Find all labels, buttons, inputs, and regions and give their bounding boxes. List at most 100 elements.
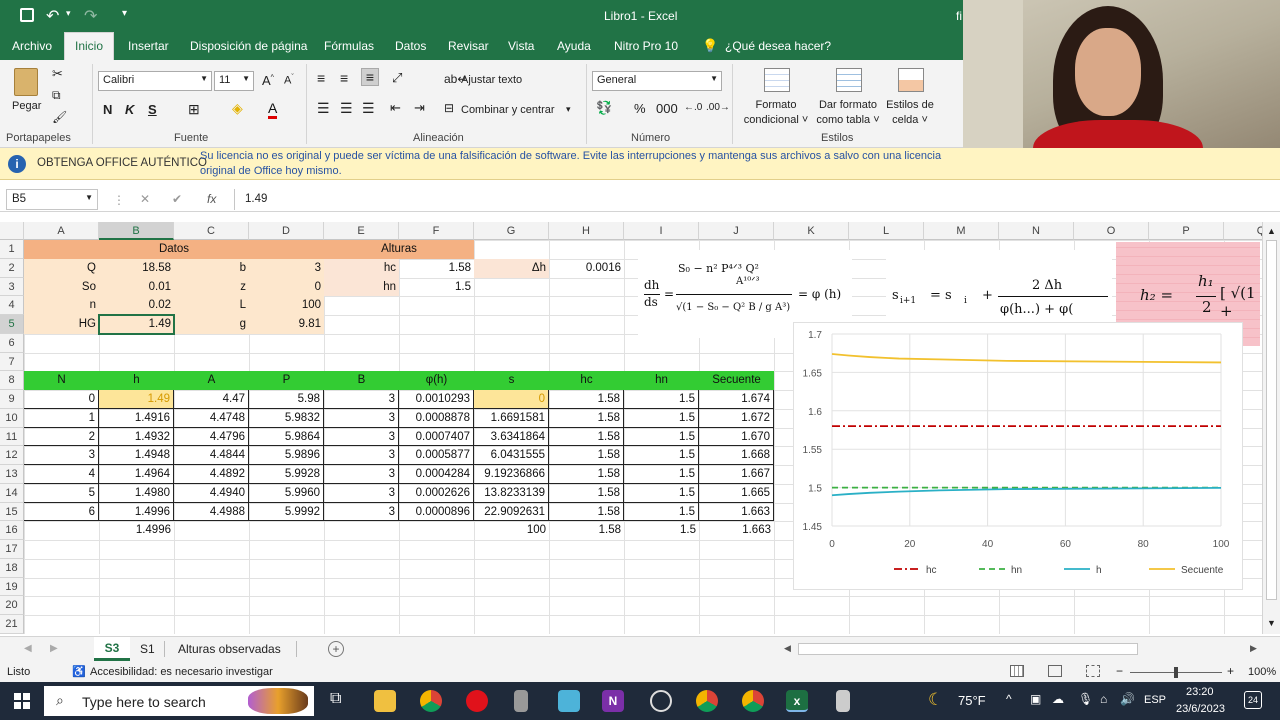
table-cell[interactable]: 0.0004284 xyxy=(399,465,474,484)
notification-icon[interactable]: 24 xyxy=(1244,691,1262,709)
chrome-icon[interactable] xyxy=(420,690,442,712)
zoom-in-icon[interactable]: + xyxy=(1227,664,1234,678)
row-header-10[interactable]: 10 xyxy=(0,408,24,428)
font-name-combo[interactable]: Calibri ▼ xyxy=(98,71,212,91)
footer-hn[interactable]: 1.5 xyxy=(624,521,699,540)
select-all-corner[interactable] xyxy=(0,222,24,240)
datos-label[interactable]: Q xyxy=(24,258,99,278)
column-header-l[interactable]: L xyxy=(849,222,924,240)
column-header-q[interactable]: Q xyxy=(1224,222,1262,240)
table-cell[interactable]: 1.58 xyxy=(549,390,624,409)
row-header-1[interactable]: 1 xyxy=(0,240,24,259)
orientation-icon[interactable]: ⤢ xyxy=(392,70,402,86)
zoom-out-icon[interactable]: − xyxy=(1116,664,1123,678)
enter-icon[interactable]: ✔ xyxy=(172,192,182,206)
table-cell[interactable]: 5.9896 xyxy=(249,446,324,465)
save-icon[interactable] xyxy=(20,8,34,22)
table-header[interactable]: φ(h) xyxy=(399,371,474,390)
format-as-table-icon[interactable] xyxy=(836,68,862,92)
align-center-icon[interactable]: ☰ xyxy=(340,100,353,117)
tray-network-icon[interactable]: ⌂ xyxy=(1100,692,1107,706)
row-header-2[interactable]: 2 xyxy=(0,258,24,278)
merge-icon[interactable]: ⊟ xyxy=(444,101,454,115)
calculator-icon[interactable] xyxy=(836,690,850,712)
fill-color-icon[interactable]: ◈ xyxy=(232,100,243,117)
row-header-8[interactable]: 8 xyxy=(0,371,24,390)
grow-font-icon[interactable]: A^ xyxy=(262,73,274,88)
table-cell[interactable]: 5.9928 xyxy=(249,465,324,484)
opera-icon[interactable] xyxy=(466,690,488,712)
alturas-header[interactable]: Alturas xyxy=(324,240,474,259)
tab-ayuda[interactable]: Ayuda xyxy=(557,39,591,53)
table-cell[interactable]: 1.4996 xyxy=(99,502,174,522)
column-header-j[interactable]: J xyxy=(699,222,774,240)
conditional-format-button[interactable]: Formato condicional ˅ xyxy=(738,98,814,128)
tab-inicio-label[interactable]: Inicio xyxy=(75,39,103,53)
datos-value-2[interactable]: 3 xyxy=(249,258,324,278)
table-cell[interactable]: 1 xyxy=(24,408,99,428)
account-initial[interactable]: fi xyxy=(956,9,962,23)
table-cell[interactable]: 1.672 xyxy=(699,408,774,428)
number-format-combo[interactable]: General ▼ xyxy=(592,71,722,91)
alturas-value[interactable]: 1.58 xyxy=(399,259,474,278)
wrap-text-button[interactable]: Ajustar texto xyxy=(461,74,522,86)
bold-button[interactable]: N xyxy=(103,102,112,117)
datos-header[interactable]: Datos xyxy=(24,240,324,259)
table-header[interactable]: hn xyxy=(624,371,699,390)
align-left-icon[interactable]: ☰ xyxy=(317,100,330,117)
datos-value-2[interactable]: 0 xyxy=(249,277,324,297)
decrease-decimal-icon[interactable]: .00→ xyxy=(706,102,730,113)
cell-styles-button[interactable]: Estilos de celda ˅ xyxy=(880,98,940,128)
formula-image-s[interactable]: s i+1 = s i + 2 Δh φ(h...) + φ( xyxy=(886,250,1112,322)
table-cell[interactable]: 1.4916 xyxy=(99,408,174,428)
accessibility-status[interactable]: Accesibilidad: es necesario investigar xyxy=(90,666,273,678)
row-header-6[interactable]: 6 xyxy=(0,333,24,353)
insert-function-icon[interactable]: fx xyxy=(207,192,216,206)
row-header-11[interactable]: 11 xyxy=(0,427,24,447)
row-header-3[interactable]: 3 xyxy=(0,277,24,297)
table-cell[interactable]: 1.5 xyxy=(624,465,699,484)
table-cell[interactable]: 1.58 xyxy=(549,446,624,465)
row-header-19[interactable]: 19 xyxy=(0,577,24,597)
datos-value[interactable]: 0.01 xyxy=(99,277,174,297)
undo-icon[interactable]: ↶ xyxy=(46,6,59,26)
taskbar-search-box[interactable]: ⌕ Type here to search xyxy=(44,686,314,716)
clock-app-icon[interactable] xyxy=(650,690,672,712)
table-cell[interactable]: 1.667 xyxy=(699,465,774,484)
table-header[interactable]: h xyxy=(99,371,174,390)
decrease-indent-icon[interactable]: ⇤ xyxy=(390,100,401,116)
tab-revisar[interactable]: Revisar xyxy=(448,39,489,53)
table-cell[interactable]: 5.9992 xyxy=(249,502,324,522)
font-size-combo[interactable]: 11 ▼ xyxy=(214,71,254,91)
table-cell[interactable]: 1.5 xyxy=(624,390,699,409)
clock-date[interactable]: 23/6/2023 xyxy=(1176,703,1225,715)
hscroll-left-icon[interactable]: ◀ xyxy=(784,643,791,654)
table-cell[interactable]: 1.58 xyxy=(549,502,624,522)
datos-value[interactable]: 18.58 xyxy=(99,258,174,278)
task-view-icon[interactable]: ⧉ xyxy=(330,690,341,708)
datos-value-2[interactable]: 9.81 xyxy=(249,315,324,334)
table-cell[interactable]: 0.0010293 xyxy=(399,390,474,409)
alturas-value[interactable]: 1.5 xyxy=(399,278,474,297)
table-cell[interactable]: 9.19236866 xyxy=(474,465,549,484)
chrome-profile-2-icon[interactable] xyxy=(742,690,764,712)
paste-button[interactable]: Pegar xyxy=(12,100,41,112)
footer-secuente[interactable]: 1.663 xyxy=(699,521,774,540)
table-cell[interactable]: 3 xyxy=(324,483,399,503)
shrink-font-icon[interactable]: Aˇ xyxy=(284,74,294,87)
sheet-tab-alturas[interactable]: Alturas observadas xyxy=(178,642,281,656)
column-header-n[interactable]: N xyxy=(999,222,1074,240)
row-header-15[interactable]: 15 xyxy=(0,502,24,522)
prev-sheet-icon[interactable]: ◀ xyxy=(24,643,32,654)
table-cell[interactable]: 5 xyxy=(24,483,99,503)
table-cell[interactable]: 1.5 xyxy=(624,502,699,522)
chevron-down-icon[interactable]: ▾ xyxy=(566,104,571,115)
weather-temp[interactable]: 75°F xyxy=(958,693,986,708)
table-cell[interactable]: 3 xyxy=(324,408,399,428)
percent-button[interactable]: % xyxy=(634,101,646,116)
table-cell[interactable]: 3 xyxy=(324,446,399,465)
row-header-12[interactable]: 12 xyxy=(0,446,24,465)
table-cell[interactable]: 1.58 xyxy=(549,427,624,447)
paste-icon[interactable] xyxy=(14,68,38,96)
table-cell[interactable]: 1.668 xyxy=(699,446,774,465)
